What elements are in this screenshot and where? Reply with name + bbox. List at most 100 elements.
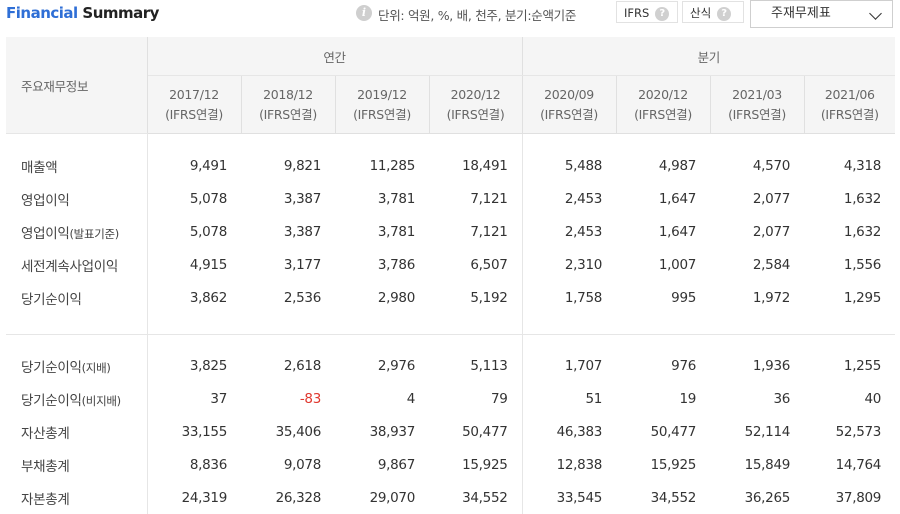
value-cell: 3,387 [283,223,321,240]
period-date: 2021/06 [824,86,875,102]
period-header: 2020/12 (IFRS연결) [616,75,711,134]
ifrs-button[interactable]: IFRS? [616,1,678,23]
value-cell: 29,070 [369,489,416,506]
statement-type-select[interactable]: 주재무제표 [750,0,893,28]
row-label-suffix: (발표기준) [69,226,119,241]
unit-note: 단위: 억원, %, 배, 천주, 분기:순액기준 [378,8,577,23]
row-label-text: 매출액 [21,159,58,176]
financial-summary-table: 주요재무정보 연간 분기 2017/12 (IFRS연결) 2018/12 (IFRS… [6,37,896,514]
info-icon[interactable]: i [356,5,372,21]
row-label-text: 세전계속사업이익 [21,258,118,275]
row-label: 매출액 [6,149,148,182]
period-basis: (IFRS연결) [820,106,879,122]
value-cell: 1,707 [564,357,603,374]
value-cell: 4,570 [752,157,791,174]
help-icon[interactable]: ? [655,7,670,21]
spacer-row [6,133,895,149]
row-label-suffix: (지배) [81,360,111,375]
value-cell: 52,573 [835,423,882,440]
ifrs-label: IFRS [624,6,650,20]
value-cell: 34,552 [429,481,523,514]
value-cell: 40 [864,390,882,407]
value-cell: 5,078 [189,190,227,207]
period-header: 2020/12 (IFRS연결) [429,75,523,134]
row-label-text: 부채총계 [21,458,70,475]
value-cell: 11,285 [369,157,416,174]
row-label-text: 영업이익 [21,192,70,209]
annual-group-header: 연간 [147,37,523,76]
row-label: 당기순이익(지배) [6,349,148,382]
section-title: Financial Summary [6,4,159,22]
value-cell: 1,647 [658,223,697,240]
value-cell: 4,915 [189,256,227,273]
value-cell: 3,786 [377,256,415,273]
formula-label: 산식 [690,6,712,20]
period-header: 2020/09 (IFRS연결) [522,75,617,134]
value-cell: 2,536 [283,289,321,306]
label-column-header: 주요재무정보 [6,37,148,134]
value-cell: 8,836 [189,456,227,473]
row-label: 당기순이익 [6,281,148,314]
period-basis: (IFRS연결) [634,106,692,122]
value-cell: 7,121 [429,215,523,248]
spacer-row [6,314,896,335]
row-label: 당기순이익(비지배) [6,382,148,415]
value-cell: 3,781 [377,190,415,207]
chevron-down-icon [869,7,882,20]
value-cell: 2,980 [377,289,415,306]
period-date: 2021/03 [732,86,782,102]
quarter-group-header: 분기 [522,37,896,76]
period-basis: (IFRS연결) [165,106,223,122]
value-cell: 1,007 [658,256,697,273]
value-cell: 15,925 [429,448,523,481]
period-date: 2018/12 [263,86,313,102]
period-date: 2020/12 [638,86,688,102]
value-cell: 3,177 [283,256,321,273]
value-cell: 51 [585,390,603,407]
table-row: 영업이익(발표기준) 5,078 3,387 3,781 7,121 2,453 1,647… [6,215,895,248]
value-cell: 12,838 [556,456,603,473]
value-cell: 1,632 [843,190,882,207]
row-label: 자산총계 [6,415,148,448]
value-cell: 5,113 [429,349,523,382]
value-cell: 1,758 [564,289,603,306]
value-cell: 5,078 [189,223,227,240]
value-cell: 2,618 [283,357,321,374]
value-cell: 15,849 [744,456,791,473]
period-date: 2019/12 [357,86,407,102]
value-cell: 2,077 [752,223,791,240]
period-header: 2019/12 (IFRS연결) [335,75,430,134]
formula-button[interactable]: 산식? [682,1,744,23]
value-cell: 1,972 [752,289,791,306]
period-basis: (IFRS연결) [540,106,598,122]
value-cell: 2,453 [564,190,603,207]
table-row: 부채총계 8,836 9,078 9,867 15,925 12,838 15,925 15,… [6,448,895,481]
value-cell: 46,383 [556,423,603,440]
table-row: 자산총계 33,155 35,406 38,937 50,477 46,383 50,477… [6,415,895,448]
value-cell: 15,925 [650,456,697,473]
period-header: 2021/06 (IFRS연결) [804,75,896,134]
value-cell: 2,584 [752,256,791,273]
summary-header: Financial Summary i 단위: 억원, %, 배, 천주, 분기… [0,0,900,30]
value-cell: 976 [671,357,697,374]
help-icon[interactable]: ? [717,7,732,21]
value-cell: 1,556 [843,256,882,273]
value-cell: 2,976 [377,357,415,374]
value-cell: 1,295 [843,289,882,306]
value-cell: 2,077 [752,190,791,207]
value-cell: 2,453 [564,223,603,240]
row-label-suffix: (비지배) [81,393,122,408]
value-cell: 33,155 [181,423,228,440]
value-cell: 37,809 [835,489,882,506]
spacer-row [6,334,895,349]
row-label-text: 영업이익 [21,225,70,242]
value-cell: 37 [210,390,227,407]
row-label: 영업이익 [6,182,148,215]
value-cell: 6,507 [429,248,523,281]
value-cell: 50,477 [429,415,523,448]
row-label-text: 당기순이익 [21,291,82,308]
value-cell: 3,781 [377,223,415,240]
value-cell: 3,862 [189,289,227,306]
value-cell: 35,406 [275,423,322,440]
period-date: 2020/12 [450,86,501,102]
